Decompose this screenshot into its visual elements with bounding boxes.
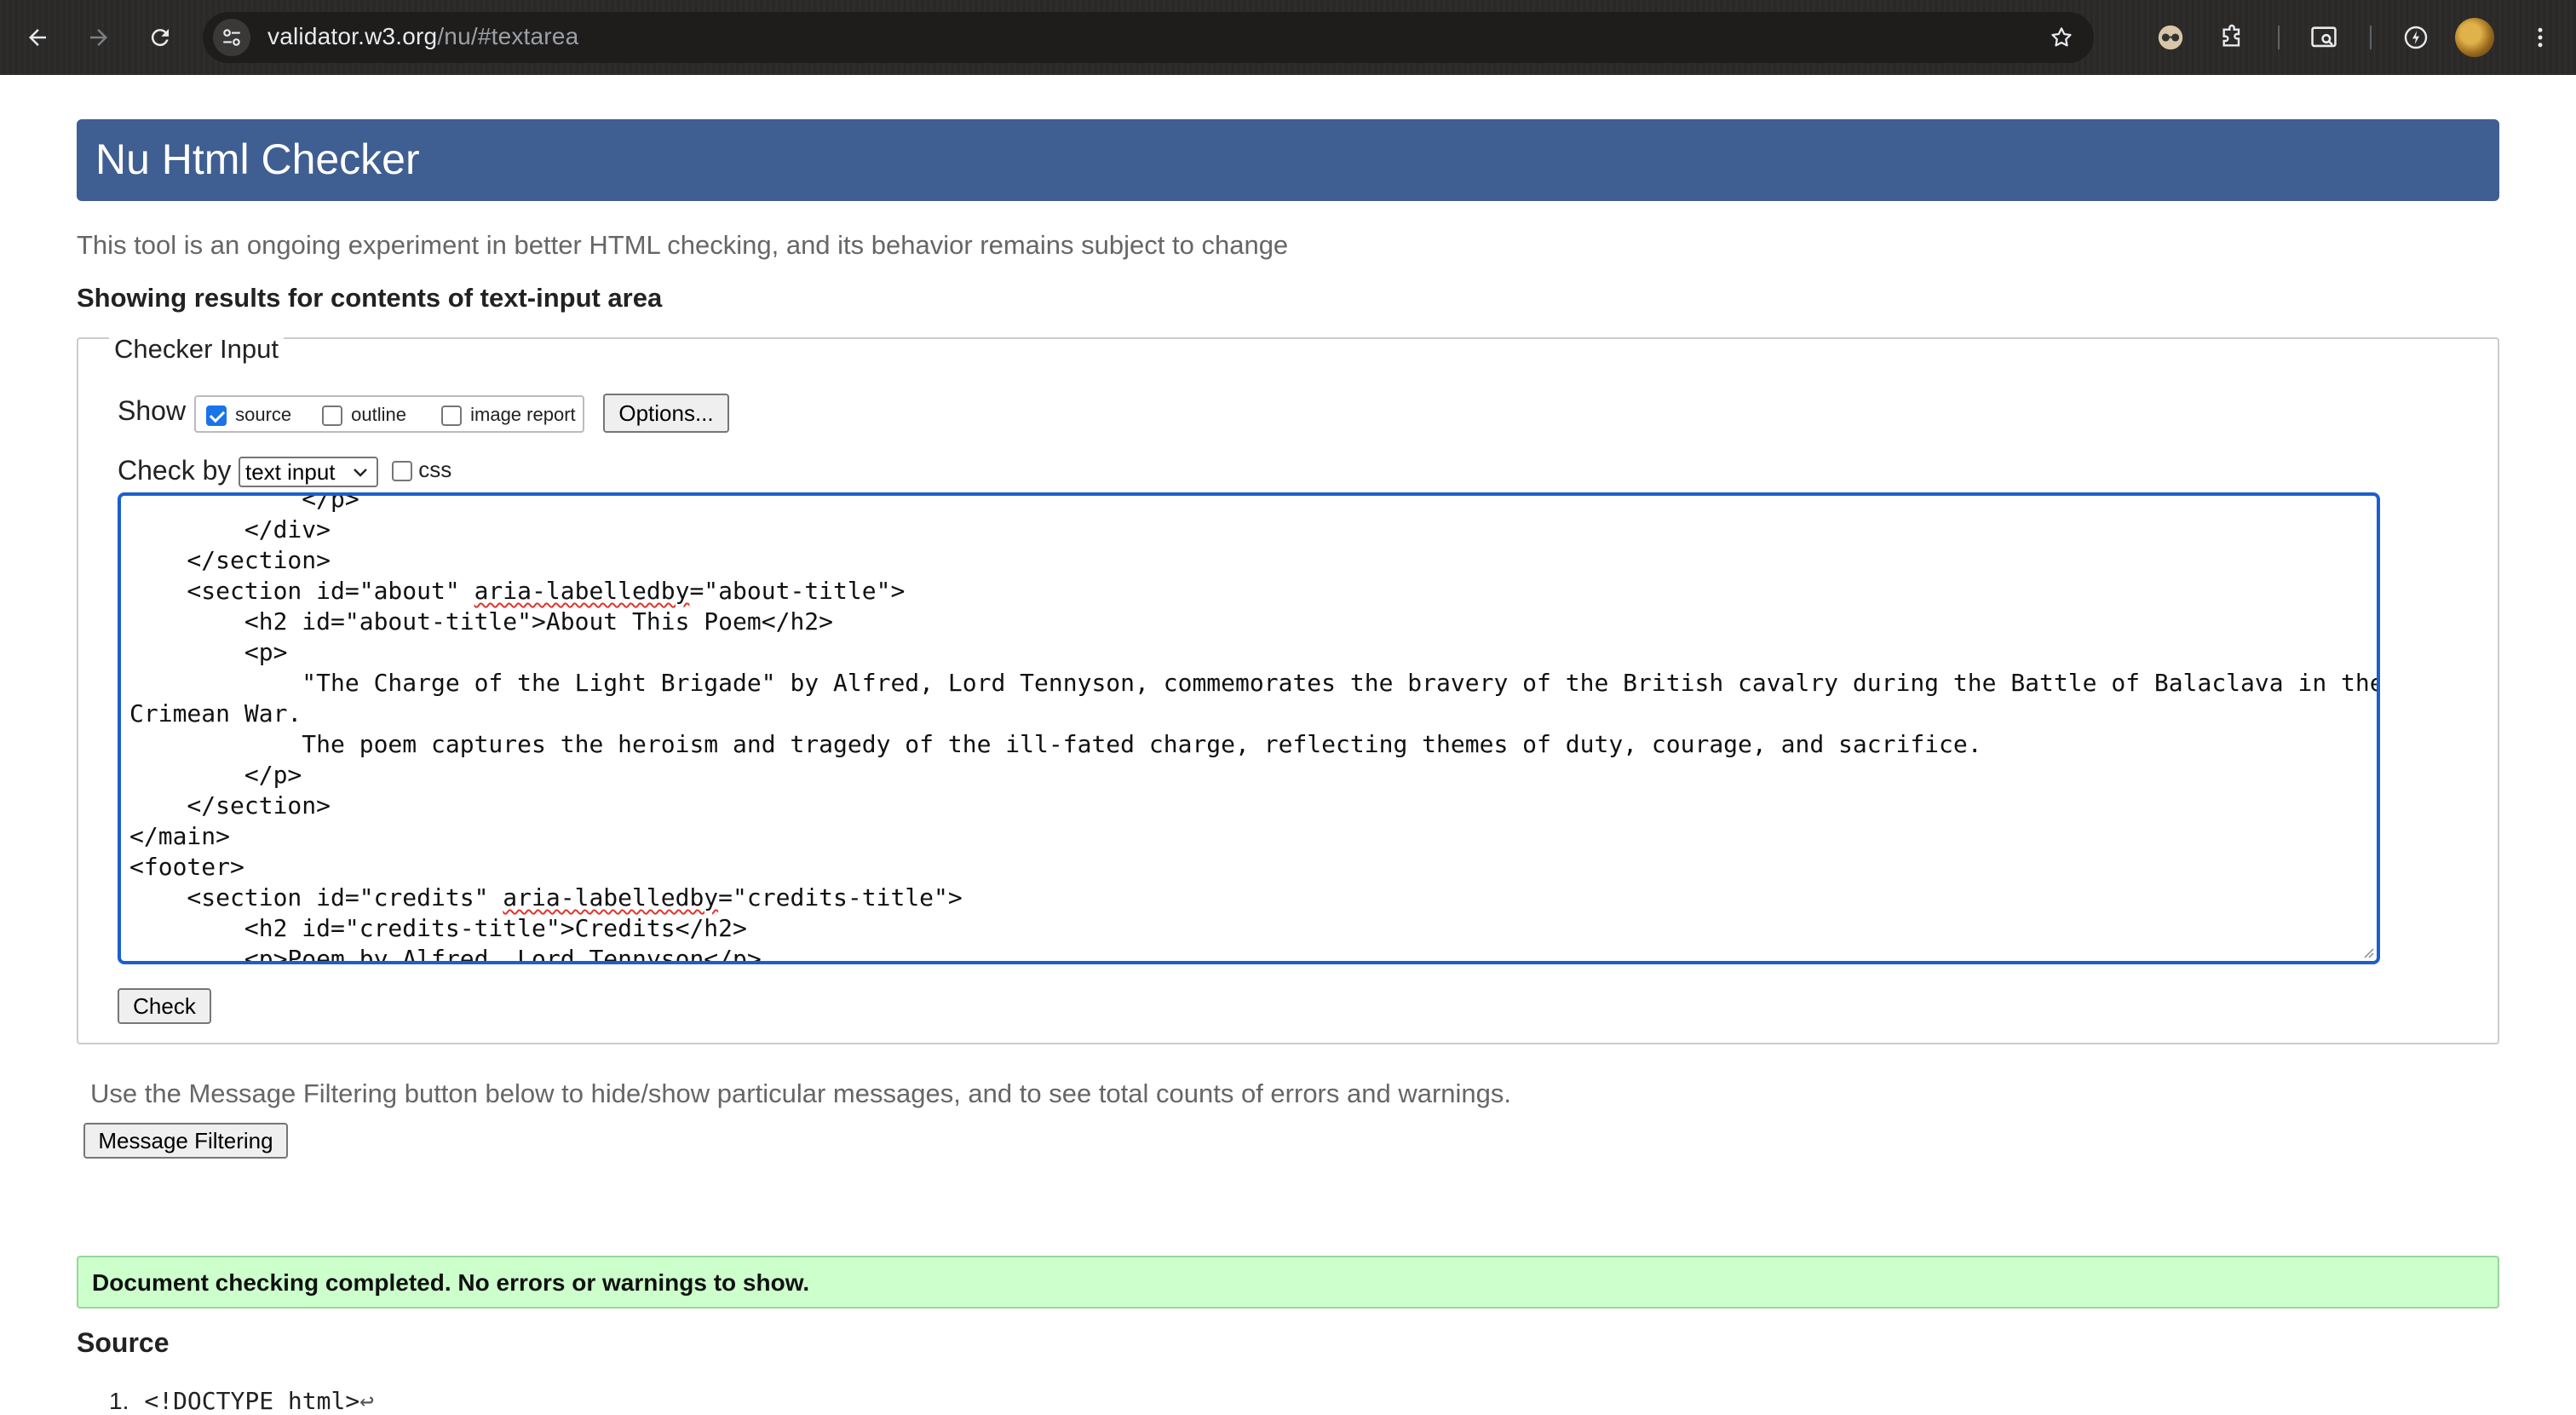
- extensions-button[interactable]: [2211, 17, 2252, 58]
- page-subtitle: This tool is an ongoing experiment in be…: [77, 230, 1289, 260]
- outline-label: outline: [351, 404, 406, 425]
- code-line: <section id="about" aria-labelledby="abo…: [129, 577, 906, 605]
- css-label: css: [418, 457, 452, 482]
- url-text: validator.w3.org/nu/#textarea: [267, 23, 578, 50]
- extension-glasses-icon: [2158, 25, 2183, 50]
- site-settings-icon: [223, 29, 240, 46]
- image-report-checkbox[interactable]: [441, 406, 462, 427]
- code-line: </section>: [129, 791, 331, 820]
- success-message: Document checking completed. No errors o…: [92, 1269, 810, 1296]
- extension-button[interactable]: [2150, 17, 2191, 58]
- code-line: <h2 id="credits-title">Credits</h2>: [129, 914, 747, 942]
- url-host: validator.w3.org: [267, 23, 438, 49]
- message-filtering-button[interactable]: Message Filtering: [83, 1123, 288, 1159]
- filtering-note: Use the Message Filtering button below t…: [90, 1079, 1512, 1108]
- forward-button[interactable]: [78, 17, 119, 58]
- menu-kebab-icon: [2538, 27, 2543, 48]
- outline-checkbox[interactable]: [322, 406, 342, 427]
- code-line: </p>: [129, 761, 302, 789]
- code-line: <p>Poem by Alfred, Lord Tennyson</p>: [129, 945, 762, 964]
- page-content: Nu Html Checker This tool is an ongoing …: [0, 75, 2576, 1415]
- code-line: <p>: [129, 638, 288, 666]
- back-icon: [29, 29, 46, 46]
- code-line: <section id="credits" aria-labelledby="c…: [129, 883, 963, 912]
- tab-search-button[interactable]: [2303, 17, 2344, 58]
- show-source-option[interactable]: source: [206, 404, 292, 427]
- textarea-content: </p> </div> </section> <section id="abou…: [129, 492, 2380, 964]
- code-line: The poem captures the heroism and traged…: [129, 730, 1982, 758]
- checker-input-legend: Checker Input: [109, 334, 284, 365]
- code-line: <footer>: [129, 853, 244, 881]
- bookmark-star-icon: [2051, 27, 2072, 47]
- menu-button[interactable]: [2520, 17, 2561, 58]
- spellcheck-underline: aria-labelledby: [474, 577, 690, 605]
- results-heading: Showing results for contents of text-inp…: [77, 283, 663, 313]
- check-by-value: text input: [245, 459, 336, 485]
- source-textarea[interactable]: </p> </div> </section> <section id="abou…: [118, 492, 2380, 964]
- spellcheck-underline: aria-labelledby: [503, 883, 719, 912]
- forward-icon: [90, 29, 107, 46]
- show-label: Show: [118, 395, 187, 426]
- source-line-text: <!DOCTYPE html>: [144, 1387, 360, 1415]
- check-by-select[interactable]: text input: [239, 457, 378, 487]
- show-options-group: source outline image report: [194, 395, 584, 433]
- code-line: </section>: [129, 546, 331, 574]
- code-line: </main>: [129, 822, 231, 850]
- code-line: <h2 id="about-title">About This Poem</h2…: [129, 607, 834, 636]
- source-heading: Source: [77, 1327, 170, 1358]
- css-checkbox[interactable]: [392, 461, 412, 482]
- chevron-down-icon: [351, 460, 370, 492]
- show-image-report-option[interactable]: image report: [441, 404, 576, 427]
- show-outline-option[interactable]: outline: [322, 404, 406, 427]
- code-line: </p>: [129, 492, 359, 513]
- address-bar[interactable]: validator.w3.org/nu/#textarea: [203, 12, 2094, 63]
- reload-icon: [151, 29, 169, 47]
- performance-button[interactable]: [2395, 17, 2436, 58]
- url-path: /nu/#textarea: [437, 23, 579, 49]
- toolbar-separator: [2278, 26, 2280, 49]
- css-option[interactable]: css: [392, 457, 451, 483]
- code-line: "The Charge of the Light Brigade" by Alf…: [129, 669, 2380, 697]
- source-checkbox[interactable]: [206, 406, 227, 427]
- source-line-number: 1.: [109, 1388, 129, 1414]
- source-label: source: [235, 404, 292, 425]
- success-message-box: Document checking completed. No errors o…: [77, 1256, 2499, 1309]
- source-line: 1. <!DOCTYPE html>↩: [109, 1387, 374, 1415]
- code-line: Crimean War.: [129, 699, 302, 728]
- reload-button[interactable]: [140, 17, 181, 58]
- performance-icon: [2404, 26, 2428, 49]
- code-line: </div>: [129, 515, 331, 544]
- tab-search-icon: [2311, 26, 2337, 48]
- page-title: Nu Html Checker: [95, 135, 420, 183]
- profile-avatar[interactable]: [2455, 18, 2494, 57]
- check-button[interactable]: Check: [118, 988, 211, 1024]
- image-report-label: image report: [470, 404, 576, 425]
- toolbar-separator: [2370, 26, 2372, 49]
- bookmark-button[interactable]: [2043, 19, 2080, 56]
- options-button[interactable]: Options...: [603, 394, 729, 433]
- extensions-puzzle-icon: [2222, 24, 2240, 47]
- return-icon: ↩: [359, 1387, 375, 1415]
- site-settings-button[interactable]: [213, 19, 250, 56]
- browser-toolbar: validator.w3.org/nu/#textarea: [0, 0, 2576, 75]
- check-by-label: Check by: [118, 455, 232, 486]
- title-banner: Nu Html Checker: [77, 119, 2499, 201]
- resize-handle-icon[interactable]: [2361, 946, 2375, 959]
- back-button[interactable]: [17, 17, 58, 58]
